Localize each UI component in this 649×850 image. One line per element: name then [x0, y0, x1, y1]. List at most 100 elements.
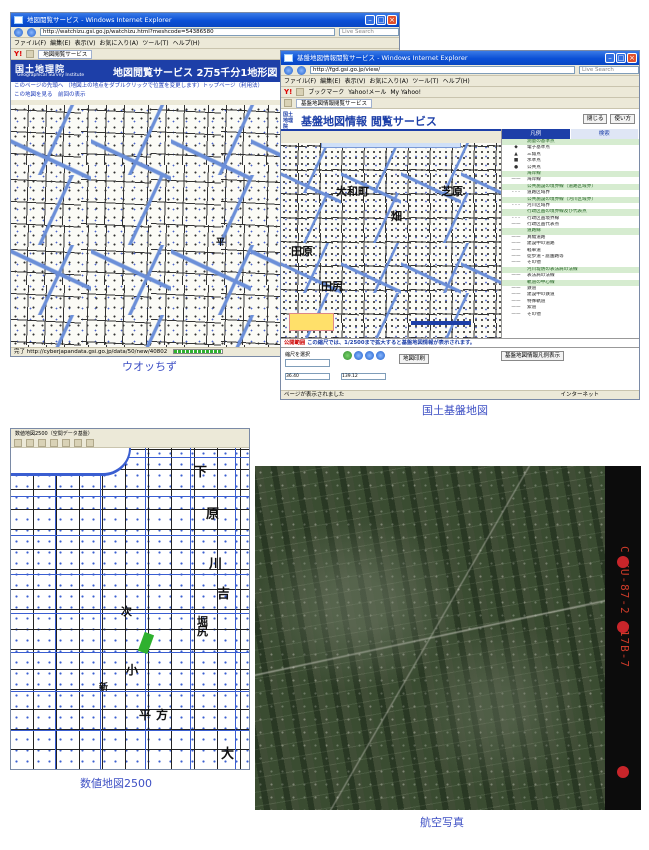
watchizu-search-input[interactable]: Live Search	[339, 28, 399, 36]
print-map-button[interactable]: 地図印刷	[399, 354, 430, 364]
menu-edit[interactable]: 編集(E)	[320, 76, 340, 86]
yahoo-icon[interactable]: Y!	[14, 49, 22, 59]
kiban-base-map[interactable]: 大和町 芝原 田原 田尻 畑	[281, 143, 501, 338]
legend-label: 鉄道	[527, 285, 537, 291]
suchi-window-title: 数値地図2500（空間データ基盤）	[15, 431, 93, 437]
menu-edit[interactable]: 編集(E)	[50, 38, 70, 48]
ie-app-icon	[14, 16, 23, 24]
scale-note-label: 公開範囲	[284, 340, 306, 346]
fav-link-my-yahoo[interactable]: My Yahoo!	[390, 87, 421, 97]
legend-label: 三角点	[527, 151, 541, 157]
menu-help[interactable]: ヘルプ(H)	[443, 76, 470, 86]
legend-label: 電子基準点	[527, 145, 550, 151]
map-view-links[interactable]: この地図を見る 前回の表示	[14, 92, 86, 98]
map-place-label: 尻	[197, 625, 208, 638]
zoom-in-icon[interactable]	[343, 351, 352, 360]
legend-label: 公共施設の境界線（河川区域界）	[527, 196, 596, 202]
zoom-controls	[343, 351, 385, 360]
menu-file[interactable]: ファイル(F)	[284, 76, 316, 86]
longitude-field[interactable]: 139.12	[341, 373, 386, 380]
search-icon[interactable]	[376, 351, 385, 360]
page-top-link[interactable]: このページの先頭へ	[14, 83, 63, 89]
suchi-map[interactable]: 下 原 川 吉 小 大 次 平 方 新 堀 尻	[11, 448, 249, 769]
menu-tools[interactable]: ツール(T)	[412, 76, 438, 86]
menu-favorites[interactable]: お気に入り(A)	[369, 76, 408, 86]
zoom-in-icon[interactable]	[50, 439, 58, 447]
legend-symbol-icon: - - -	[512, 190, 520, 196]
menu-view[interactable]: 表示(V)	[75, 38, 96, 48]
scale-bar	[411, 321, 471, 325]
maximize-button[interactable]: □	[376, 15, 386, 25]
map-place-label: 新	[99, 683, 109, 693]
layer-icon[interactable]	[74, 439, 82, 447]
save-icon[interactable]	[26, 439, 34, 447]
map-pan-top-handle[interactable]	[321, 143, 461, 148]
legend-symbol-icon: ——	[511, 260, 521, 266]
menu-view[interactable]: 表示(V)	[345, 76, 366, 86]
kiban-tab[interactable]: 基盤地図情報閲覧サービス	[296, 98, 373, 108]
zoom-out-icon[interactable]	[62, 439, 70, 447]
suchi-window: 数値地図2500（空間データ基盤） 下 原 川 吉 小 大 次 平 方 新 堀 …	[10, 428, 250, 770]
map-overview-inset[interactable]	[289, 313, 334, 331]
map-place-label: 吉	[217, 587, 231, 602]
close-button[interactable]: ×	[387, 15, 397, 25]
legend-label: 表法肩の法線	[527, 273, 555, 279]
kiban-titlebar: 基盤地図情報閲覧サービス - Windows Internet Explorer…	[281, 51, 639, 65]
kiban-address-input[interactable]: http://fgd.gsi.go.jp/view/	[310, 66, 575, 74]
open-icon[interactable]	[14, 439, 22, 447]
menu-file[interactable]: ファイル(F)	[14, 38, 46, 48]
yahoo-icon[interactable]: Y!	[284, 87, 292, 97]
aerial-photo	[255, 466, 605, 810]
legend-label: 行政区画境界線	[527, 215, 560, 221]
tab-legend[interactable]: 凡例	[502, 129, 571, 139]
scale-select[interactable]	[285, 359, 330, 367]
legend-label: 軌道の中心線	[527, 279, 555, 285]
minimize-button[interactable]: –	[365, 15, 375, 25]
scale-select-label: 縮尺を選択	[285, 352, 311, 358]
zoom-out-icon[interactable]	[354, 351, 363, 360]
measure-icon[interactable]	[86, 439, 94, 447]
aerial-film-strip: C KU-87-2 C17B-7	[605, 466, 641, 810]
fav-link-yahoo-mail[interactable]: Yahoo!メール	[348, 87, 386, 97]
kiban-search-input[interactable]: Live Search	[579, 66, 639, 74]
map-place-label: 平	[216, 238, 226, 248]
legend-label: 建設中の鉄道	[527, 292, 555, 298]
fiducial-mark	[617, 621, 629, 633]
menu-help[interactable]: ヘルプ(H)	[173, 38, 200, 48]
latitude-field[interactable]: 36.40	[285, 373, 330, 380]
back-button[interactable]	[284, 65, 293, 75]
close-button[interactable]: ×	[627, 53, 637, 63]
menu-tools[interactable]: ツール(T)	[142, 38, 168, 48]
favorites-star-icon[interactable]	[26, 50, 35, 58]
back-button[interactable]	[14, 27, 23, 37]
menu-favorites[interactable]: お気に入り(A)	[99, 38, 138, 48]
fiducial-mark	[617, 766, 629, 778]
kiban-status-text: ページが表示されました	[284, 392, 345, 398]
window-controls: – □ ×	[605, 53, 637, 63]
favorites-star-icon[interactable]	[284, 99, 292, 107]
maximize-button[interactable]: □	[616, 53, 626, 63]
watchizu-address-input[interactable]: http://watchizu.gsi.go.jp/watchizu.html?…	[40, 28, 335, 36]
pan-icon[interactable]	[365, 351, 374, 360]
kiban-header: 国土地理院 基盤地図情報 閲覧サービス 閉じる 使い方	[281, 109, 639, 131]
print-icon[interactable]	[38, 439, 46, 447]
map-place-label: 原	[206, 507, 220, 522]
legend-label: 水準点	[527, 158, 541, 164]
legend-label: 海岸線	[527, 170, 541, 176]
bookmark-icon[interactable]	[296, 88, 305, 96]
help-button[interactable]: 使い方	[610, 114, 635, 124]
legend-display-button[interactable]: 基盤地図情報凡例表示	[501, 351, 565, 361]
fav-link-bookmark[interactable]: ブックマーク	[308, 87, 344, 97]
map-usage-note[interactable]: （地図上の地点をダブルクリックで位置を変更します）トップページ（利用法）	[65, 83, 263, 89]
forward-button[interactable]	[297, 65, 306, 75]
minimize-button[interactable]: –	[605, 53, 615, 63]
legend-symbol-icon: ——	[511, 177, 521, 183]
map-place-label: 田原	[291, 245, 313, 258]
legend-list: 測量の基準点 ◆ 電子基準点 ▲ 三角点 ■ 水準点 ● 公共点 海岸線 —— 海岸線 公共施設の境界線…	[502, 139, 639, 318]
forward-button[interactable]	[27, 27, 36, 37]
map-place-label: 方	[156, 708, 169, 722]
watchizu-titlebar: 地図閲覧サービス - Windows Internet Explorer – □…	[11, 13, 399, 27]
tab-search[interactable]: 検索	[570, 129, 639, 139]
watchizu-tab[interactable]: 地図閲覧サービス	[38, 49, 93, 59]
close-page-button[interactable]: 閉じる	[582, 114, 608, 124]
